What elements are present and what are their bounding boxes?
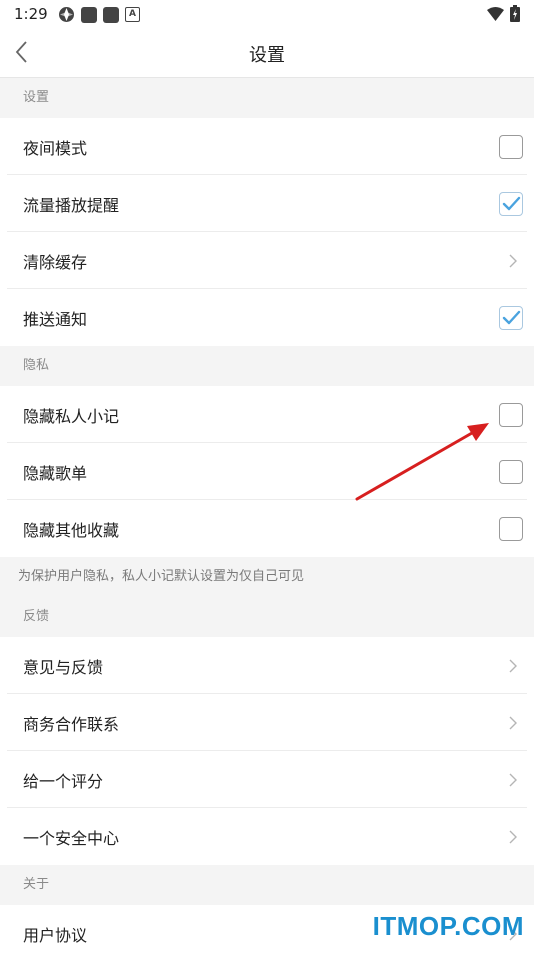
row-label: 商务合作联系 (23, 714, 120, 734)
night-mode-checkbox[interactable] (499, 134, 523, 159)
row-label: 隐藏歌单 (23, 463, 88, 483)
hide-private-notes-checkbox[interactable] (499, 402, 523, 427)
status-time: 1:29 (14, 5, 48, 23)
row-label: 推送通知 (23, 309, 88, 329)
setting-row-data-play-reminder[interactable]: 流量播放提醒 (0, 175, 534, 232)
battery-icon (510, 5, 520, 22)
row-label: 意见与反馈 (23, 657, 104, 677)
setting-row-hide-private-notes[interactable]: 隐藏私人小记 (0, 386, 534, 443)
chevron-right-icon (509, 716, 517, 729)
setting-row-feedback[interactable]: 意见与反馈 (0, 637, 534, 694)
aperture-icon (59, 7, 74, 22)
nav-header: 设置 (0, 28, 534, 78)
app-icon (81, 6, 97, 23)
section-header-privacy: 隐私 (0, 346, 534, 386)
setting-row-hide-other-favorites[interactable]: 隐藏其他收藏 (0, 500, 534, 557)
status-bar: 1:29 A (0, 0, 534, 28)
check-icon (502, 310, 521, 324)
chevron-right-icon (509, 254, 517, 267)
push-notification-checkbox[interactable] (499, 305, 523, 330)
wifi-icon (487, 6, 504, 21)
section-header-feedback: 反馈 (0, 597, 534, 637)
setting-row-push-notification[interactable]: 推送通知 (0, 289, 534, 346)
chevron-right-icon (509, 830, 517, 843)
row-label: 清除缓存 (23, 252, 88, 272)
system-icons (487, 5, 520, 22)
page-title: 设置 (249, 45, 285, 66)
watermark: ITMOP.COM (372, 911, 524, 941)
privacy-note: 为保护用户隐私，私人小记默认设置为仅自己可见 (0, 557, 534, 597)
section-header-settings: 设置 (0, 78, 534, 118)
setting-row-clear-cache[interactable]: 清除缓存 (0, 232, 534, 289)
chevron-right-icon (509, 773, 517, 786)
setting-row-rate-app[interactable]: 给一个评分 (0, 751, 534, 808)
row-label: 夜间模式 (23, 138, 88, 158)
row-label: 一个安全中心 (23, 828, 120, 848)
hide-playlists-checkbox[interactable] (499, 459, 523, 484)
a-icon-glyph: A (129, 9, 136, 19)
check-icon (502, 196, 521, 210)
section-header-about: 关于 (0, 865, 534, 905)
app-icon (103, 6, 119, 23)
row-label: 隐藏其他收藏 (23, 520, 120, 540)
row-label: 流量播放提醒 (23, 195, 120, 215)
row-label: 用户协议 (23, 925, 88, 945)
data-play-reminder-checkbox[interactable] (499, 191, 523, 216)
chevron-right-icon (509, 659, 517, 672)
hide-other-favorites-checkbox[interactable] (499, 516, 523, 541)
settings-list: 设置 夜间模式 流量播放提醒 清除缓存 推送通知 隐私 隐藏私人小记 隐藏歌单 … (0, 78, 534, 962)
setting-row-hide-playlists[interactable]: 隐藏歌单 (0, 443, 534, 500)
notification-icons: A (58, 6, 140, 23)
setting-row-night-mode[interactable]: 夜间模式 (0, 118, 534, 175)
row-label: 隐藏私人小记 (23, 406, 120, 426)
row-label: 给一个评分 (23, 771, 104, 791)
setting-row-security-center[interactable]: 一个安全中心 (0, 808, 534, 865)
a-icon: A (125, 7, 140, 22)
setting-row-business-contact[interactable]: 商务合作联系 (0, 694, 534, 751)
